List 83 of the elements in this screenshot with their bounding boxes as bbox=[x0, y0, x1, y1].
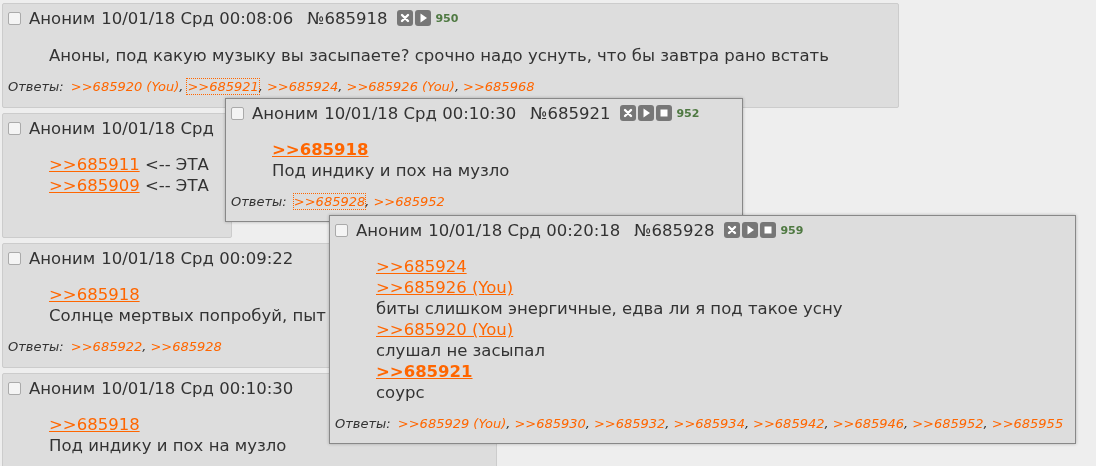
stop-icon[interactable] bbox=[656, 105, 673, 121]
reply-link[interactable]: >>685928 bbox=[150, 339, 222, 354]
reply-link[interactable]: >>685921 bbox=[187, 79, 259, 94]
reply-link[interactable]: >>685922 bbox=[70, 339, 143, 354]
reply-link[interactable]: >>685968 bbox=[463, 79, 535, 94]
comma-separator: , bbox=[904, 416, 909, 431]
reply-link[interactable]: >>685930 bbox=[514, 416, 586, 431]
reply-link[interactable]: >>685918 bbox=[49, 415, 140, 434]
hide-icon[interactable] bbox=[397, 10, 414, 26]
play-icon[interactable] bbox=[638, 105, 655, 121]
post-text: <-- ЭТА bbox=[143, 176, 209, 195]
post-date: 10/01/18 Срд 00:08:06 bbox=[101, 8, 294, 28]
post-date: 10/01/18 Срд bbox=[101, 118, 214, 138]
select-checkbox[interactable] bbox=[8, 11, 21, 25]
comma-separator: , bbox=[585, 416, 590, 431]
reply-link[interactable]: >>685928 bbox=[293, 194, 366, 209]
comma-separator: , bbox=[142, 339, 147, 354]
poster-name: Аноним bbox=[29, 248, 96, 268]
replies-label: Ответы: bbox=[8, 79, 64, 94]
reply-link[interactable]: >>685909 bbox=[49, 176, 140, 195]
post-text: слушал не засыпал bbox=[376, 341, 545, 360]
poster-name: Аноним bbox=[356, 220, 423, 240]
replies-label: Ответы: bbox=[231, 194, 287, 209]
select-checkbox[interactable] bbox=[8, 121, 21, 135]
post-text: соурс bbox=[376, 383, 425, 402]
select-checkbox[interactable] bbox=[231, 106, 244, 120]
select-checkbox[interactable] bbox=[8, 251, 21, 265]
comma-separator: , bbox=[983, 416, 988, 431]
reply-link[interactable]: >>685926 (You) bbox=[346, 79, 455, 94]
poster-name: Аноним bbox=[252, 103, 319, 123]
post-text: Аноны, под какую музыку вы засыпаете? срочно надо уснуть, что бы завтра рано встать bbox=[49, 46, 829, 65]
reply-link[interactable]: >>685934 bbox=[673, 416, 745, 431]
reply-link[interactable]: >>685924 bbox=[376, 257, 467, 276]
reply-link[interactable]: >>685952 bbox=[373, 194, 445, 209]
reply-link[interactable]: >>685932 bbox=[593, 416, 666, 431]
comma-separator: , bbox=[365, 194, 370, 209]
reply-link[interactable]: >>685920 (You) bbox=[376, 320, 514, 339]
comma-separator: , bbox=[338, 79, 343, 94]
post-date: 10/01/18 Срд 00:10:30 bbox=[101, 378, 294, 398]
reply-link[interactable]: >>685920 (You) bbox=[70, 79, 180, 94]
comma-separator: , bbox=[506, 416, 511, 431]
hide-icon[interactable] bbox=[724, 222, 741, 238]
post-text: Солнце мертвых попробуй, пыт bbox=[49, 306, 326, 325]
replies-label: Ответы: bbox=[8, 339, 64, 354]
reply-link[interactable]: >>685952 bbox=[912, 416, 984, 431]
comma-separator: , bbox=[744, 416, 750, 431]
reply-link[interactable]: >>685926 (You) bbox=[376, 278, 514, 297]
poster-name: Аноним bbox=[29, 378, 96, 398]
post-text: <-- ЭТА bbox=[143, 155, 209, 174]
poster-name: Аноним bbox=[29, 8, 96, 28]
hide-icon[interactable] bbox=[620, 105, 637, 121]
play-icon[interactable] bbox=[742, 222, 759, 238]
reply-link[interactable]: >>685929 (You) bbox=[397, 416, 507, 431]
post-text: Под индику и пох на музло bbox=[272, 161, 510, 180]
reply-link[interactable]: >>685918 bbox=[272, 140, 369, 159]
post-count: 952 bbox=[676, 106, 700, 120]
comma-separator: , bbox=[454, 79, 460, 94]
replies-label: Ответы: bbox=[335, 416, 391, 431]
post-number[interactable]: №685918 bbox=[307, 8, 388, 28]
comma-separator: , bbox=[258, 79, 263, 94]
play-icon[interactable] bbox=[415, 10, 432, 26]
post-count: 959 bbox=[780, 223, 804, 237]
reply-link[interactable]: >>685918 bbox=[49, 285, 140, 304]
reply-link[interactable]: >>685921 bbox=[376, 362, 473, 381]
reply-link[interactable]: >>685946 bbox=[832, 416, 905, 431]
select-checkbox[interactable] bbox=[8, 381, 21, 395]
post-text: Под индику и пох на музло bbox=[49, 436, 287, 455]
post-number[interactable]: №685921 bbox=[530, 103, 611, 123]
stop-icon[interactable] bbox=[760, 222, 777, 238]
post-date: 10/01/18 Срд 00:20:18 bbox=[428, 220, 621, 240]
reply-link[interactable]: >>685911 bbox=[49, 155, 140, 174]
reply-link[interactable]: >>685942 bbox=[753, 416, 825, 431]
comma-separator: , bbox=[824, 416, 829, 431]
post-date: 10/01/18 Срд 00:09:22 bbox=[101, 248, 294, 268]
post-count: 950 bbox=[435, 11, 459, 25]
post-date: 10/01/18 Срд 00:10:30 bbox=[324, 103, 517, 123]
comma-separator: , bbox=[665, 416, 670, 431]
post-text: биты слишком энергичные, едва ли я под такое усну bbox=[376, 299, 843, 318]
select-checkbox[interactable] bbox=[335, 223, 348, 237]
poster-name: Аноним bbox=[29, 118, 96, 138]
post-number[interactable]: №685928 bbox=[634, 220, 715, 240]
comma-separator: , bbox=[179, 79, 184, 94]
reply-link[interactable]: >>685955 bbox=[991, 416, 1064, 431]
